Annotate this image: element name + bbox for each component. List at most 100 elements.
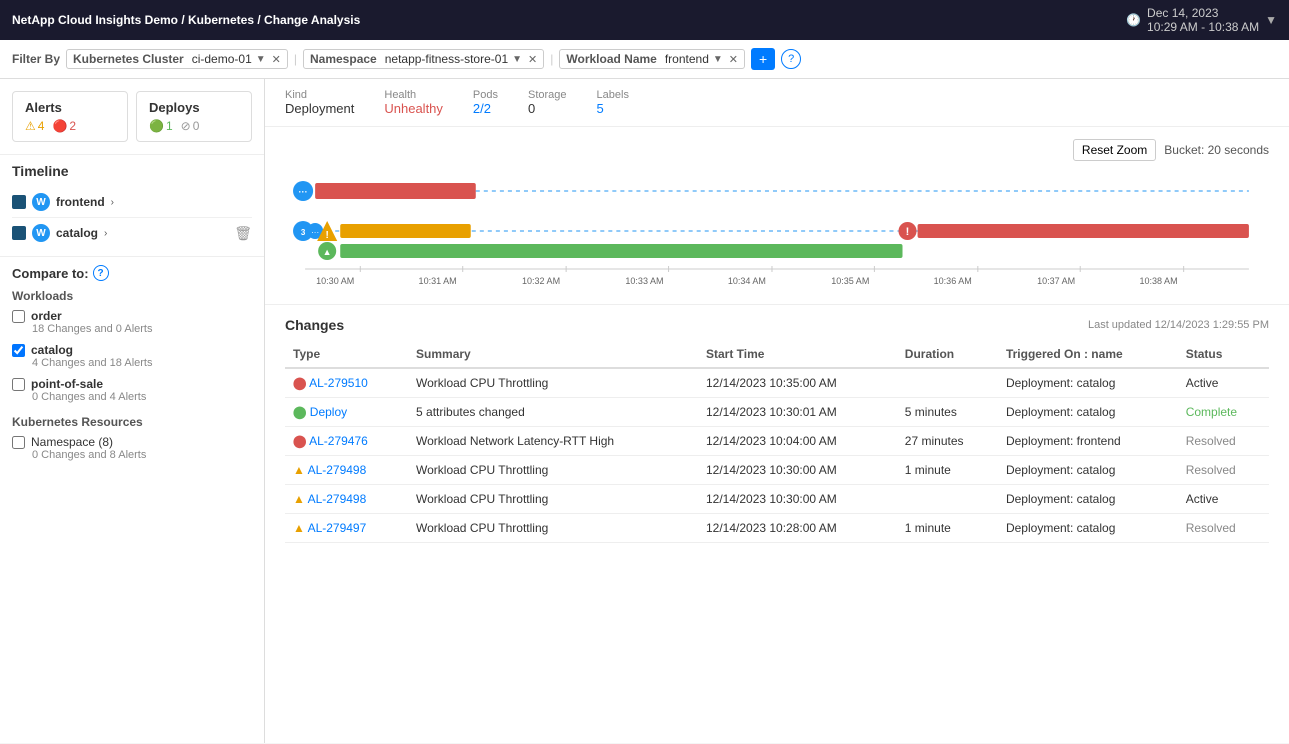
row-start-4: 12/14/2023 10:30:00 AM [698, 485, 897, 514]
workload-pos-sub: 0 Changes and 4 Alerts [32, 391, 252, 403]
row-summary-0: Workload CPU Throttling [408, 368, 698, 398]
cluster-dropdown-arrow[interactable]: ▼ [256, 54, 266, 65]
info-kind: Kind Deployment [285, 89, 354, 116]
app-header: NetApp Cloud Insights Demo / Kubernetes … [0, 0, 1289, 40]
chevron-down-icon[interactable]: ▼ [1265, 13, 1277, 27]
warn-badge: ⚠ 4 [25, 119, 44, 133]
compare-section: Compare to: ? Workloads order 18 Changes… [0, 257, 264, 469]
workload-dropdown-arrow[interactable]: ▼ [713, 54, 723, 65]
bucket-label: Bucket: 20 seconds [1164, 143, 1269, 157]
filter-separator-2: | [550, 52, 553, 66]
catalog-name: catalog [56, 226, 98, 240]
kind-value: Deployment [285, 101, 354, 116]
row-start-0: 12/14/2023 10:35:00 AM [698, 368, 897, 398]
workload-catalog-sub: 4 Changes and 18 Alerts [32, 357, 252, 369]
warn-count: 4 [38, 119, 45, 133]
namespace-dropdown-arrow[interactable]: ▼ [512, 54, 522, 65]
pods-label: Pods [473, 89, 498, 101]
namespace-filter-clear[interactable]: ✕ [528, 53, 537, 66]
svg-text:···: ··· [311, 228, 319, 237]
row-status-3: Resolved [1178, 456, 1269, 485]
svg-text:10:33 AM: 10:33 AM [625, 276, 663, 286]
row-duration-3: 1 minute [897, 456, 998, 485]
timeline-item-frontend[interactable]: W frontend › [12, 187, 252, 218]
namespace-filter-value: netapp-fitness-store-01 [385, 52, 508, 66]
workload-order-checkbox[interactable] [12, 310, 25, 323]
svg-text:10:30 AM: 10:30 AM [316, 276, 354, 286]
date-display: Dec 14, 2023 [1147, 6, 1259, 20]
row-type-1: ⬤ Deploy [285, 398, 408, 427]
table-row: ⬤ AL-279476 Workload Network Latency-RTT… [285, 427, 1269, 456]
row-duration-0 [897, 368, 998, 398]
row-status-5: Resolved [1178, 514, 1269, 543]
err-icon: 🔴 [52, 119, 67, 133]
k8s-namespace-item: Namespace (8) 0 Changes and 8 Alerts [12, 435, 252, 461]
row-link-2[interactable]: AL-279476 [309, 434, 368, 448]
filter-help-button[interactable]: ? [781, 49, 801, 69]
row-status-1: Complete [1178, 398, 1269, 427]
row-triggered-0: Deployment: catalog [998, 368, 1178, 398]
ok-icon: 🟢 [149, 119, 164, 133]
row-type-5: ▲ AL-279497 [285, 514, 408, 543]
row-status-0: Active [1178, 368, 1269, 398]
row-summary-2: Workload Network Latency-RTT High [408, 427, 698, 456]
changes-title: Changes [285, 317, 344, 333]
add-filter-button[interactable]: + [751, 48, 775, 70]
workloads-section-title: Workloads [12, 289, 252, 303]
row-link-3[interactable]: AL-279498 [308, 463, 367, 477]
svg-text:10:35 AM: 10:35 AM [831, 276, 869, 286]
row-duration-2: 27 minutes [897, 427, 998, 456]
workload-filter-clear[interactable]: ✕ [729, 53, 738, 66]
catalog-w-icon: W [32, 224, 50, 242]
kind-label: Kind [285, 89, 354, 101]
catalog-color-box [12, 226, 26, 240]
info-pods: Pods 2/2 [473, 89, 498, 116]
workload-filter-label: Workload Name [566, 52, 656, 66]
catalog-expand-icon[interactable]: › [104, 228, 107, 239]
row-triggered-3: Deployment: catalog [998, 456, 1178, 485]
reset-zoom-button[interactable]: Reset Zoom [1073, 139, 1156, 161]
row-status-2: Resolved [1178, 427, 1269, 456]
pods-value[interactable]: 2/2 [473, 101, 498, 116]
workload-catalog: catalog 4 Changes and 18 Alerts [12, 343, 252, 369]
chart-area: Reset Zoom Bucket: 20 seconds ··· 3 ··· [265, 127, 1289, 305]
namespace-filter-chip: Namespace netapp-fitness-store-01 ▼ ✕ [303, 49, 544, 69]
row-start-1: 12/14/2023 10:30:01 AM [698, 398, 897, 427]
main-content: Kind Deployment Health Unhealthy Pods 2/… [265, 79, 1289, 743]
last-updated-label: Last updated 12/14/2023 1:29:55 PM [1088, 319, 1269, 331]
timeline-item-catalog[interactable]: W catalog › 🗑 [12, 218, 252, 248]
labels-value[interactable]: 5 [597, 101, 629, 116]
warn-icon: ⚠ [25, 119, 36, 133]
row-duration-1: 5 minutes [897, 398, 998, 427]
deploys-card-title: Deploys [149, 100, 239, 115]
workload-catalog-checkbox[interactable] [12, 344, 25, 357]
labels-label: Labels [597, 89, 629, 101]
timeline-sidebar-section: Timeline W frontend › W catalog › 🗑 [0, 155, 264, 257]
ok-badge: 🟢 1 [149, 119, 173, 133]
catalog-delete-icon[interactable]: 🗑 [234, 225, 252, 242]
row-type-2: ⬤ AL-279476 [285, 427, 408, 456]
row-summary-4: Workload CPU Throttling [408, 485, 698, 514]
workload-pos-checkbox[interactable] [12, 378, 25, 391]
compare-help-icon[interactable]: ? [93, 265, 109, 281]
workload-info-bar: Kind Deployment Health Unhealthy Pods 2/… [265, 79, 1289, 127]
table-row: ⬤ Deploy 5 attributes changed 12/14/2023… [285, 398, 1269, 427]
svg-text:10:36 AM: 10:36 AM [934, 276, 972, 286]
col-start-time: Start Time [698, 341, 897, 368]
cluster-filter-clear[interactable]: ✕ [272, 53, 281, 66]
workload-point-of-sale: point-of-sale 0 Changes and 4 Alerts [12, 377, 252, 403]
row-link-1[interactable]: Deploy [310, 405, 347, 419]
row-triggered-5: Deployment: catalog [998, 514, 1178, 543]
alerts-card[interactable]: Alerts ⚠ 4 🔴 2 [12, 91, 128, 142]
row-link-0[interactable]: AL-279510 [309, 376, 368, 390]
deploys-card[interactable]: Deploys 🟢 1 ⊘ 0 [136, 91, 252, 142]
row-link-4[interactable]: AL-279498 [308, 492, 367, 506]
changes-header: Changes Last updated 12/14/2023 1:29:55 … [285, 317, 1269, 333]
row-triggered-2: Deployment: frontend [998, 427, 1178, 456]
frontend-expand-icon[interactable]: › [111, 197, 114, 208]
ok-count: 1 [166, 119, 173, 133]
changes-section: Changes Last updated 12/14/2023 1:29:55 … [265, 305, 1289, 555]
breadcrumb: NetApp Cloud Insights Demo / Kubernetes … [12, 13, 360, 27]
row-link-5[interactable]: AL-279497 [308, 521, 367, 535]
k8s-namespace-checkbox[interactable] [12, 436, 25, 449]
